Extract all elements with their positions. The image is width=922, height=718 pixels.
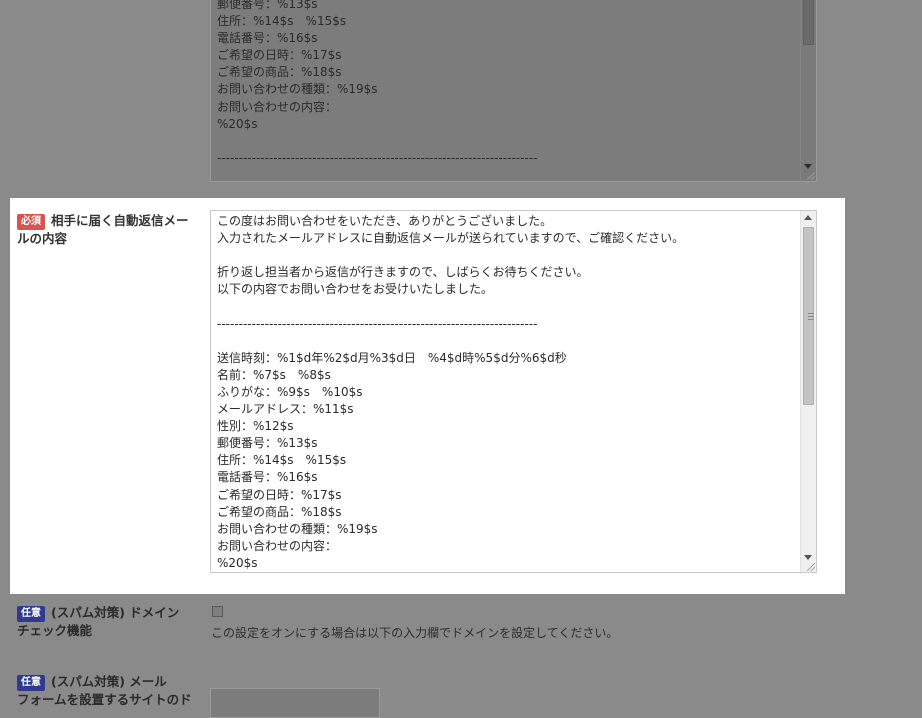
auto-reply-textarea-scrollbar[interactable]: [800, 211, 816, 572]
domain-check-help-text: この設定をオンにする場合は以下の入力欄でドメインを設定してください。: [211, 626, 619, 640]
textarea-line: お問い合わせの内容：: [217, 538, 338, 553]
previous-mail-body-textarea[interactable]: 郵便番号：%13$s 住所：%14$s %15$s 電話番号：%16$s ご希望の日時…: [210, 0, 817, 182]
textarea-line: 性別：%12$s: [217, 419, 294, 434]
scroll-up-arrow-icon[interactable]: [804, 215, 812, 220]
auto-reply-field-row: 必須 相手に届く自動返信メー ルの内容 この度はお問い合わせをいただき、ありがとう…: [10, 198, 845, 594]
textarea-line: ----------------------------------------…: [217, 316, 538, 331]
textarea-line: 郵便番号：%13$s: [217, 0, 318, 11]
textarea-line: お問い合わせの内容：: [217, 99, 338, 114]
textarea-line: [217, 133, 796, 150]
textarea-line: ふりがな：%9$s %10$s: [217, 384, 363, 399]
textarea-line: [217, 298, 796, 315]
resize-grip-icon[interactable]: [807, 172, 815, 180]
textarea-line: ご希望の商品：%18$s: [217, 65, 342, 80]
textarea-line: [217, 333, 796, 350]
scrollbar-thumb[interactable]: [803, 0, 814, 45]
scroll-down-arrow-icon[interactable]: [804, 555, 812, 560]
domain-check-label-line2: チェック機能: [17, 623, 93, 638]
auto-reply-label-line1: 相手に届く自動返信メー: [51, 213, 189, 228]
scrollbar-grip-icon: [808, 313, 814, 322]
textarea-line: お問い合わせの種類：%19$s: [217, 521, 378, 536]
textarea-line: ----------------------------------------…: [217, 150, 538, 165]
textarea-line: %20$s: [217, 116, 258, 131]
scrollbar-thumb[interactable]: [803, 227, 814, 405]
previous-textarea-scrollbar[interactable]: [800, 0, 816, 181]
textarea-line: メールアドレス：%11$s: [217, 402, 354, 417]
auto-reply-label: 必須 相手に届く自動返信メー ルの内容: [17, 212, 197, 248]
textarea-line: ご希望の商品：%18$s: [217, 504, 342, 519]
textarea-line: 住所：%14$s %15$s: [217, 453, 347, 468]
textarea-line: お問い合わせの種類：%19$s: [217, 82, 378, 97]
domain-check-label-line1: (スパム対策) ドメイン: [51, 605, 180, 620]
optional-badge: 任意: [17, 606, 45, 622]
required-badge: 必須: [17, 214, 45, 230]
textarea-line: 電話番号：%16$s: [217, 470, 318, 485]
textarea-line: 以下の内容でお問い合わせをお受けいたしました。: [217, 282, 494, 297]
textarea-line: ご希望の日時：%17$s: [217, 48, 342, 63]
domain-check-checkbox[interactable]: [212, 606, 223, 617]
textarea-line: ご希望の日時：%17$s: [217, 487, 342, 502]
mail-site-domain-input[interactable]: [210, 688, 380, 718]
resize-grip-icon[interactable]: [807, 563, 815, 571]
mail-site-domain-label: 任意 (スパム対策) メール フォームを設置するサイトのド: [17, 673, 202, 709]
textarea-line: %20$s: [217, 555, 258, 570]
textarea-line: 名前：%7$s %8$s: [217, 367, 331, 382]
textarea-line: 入力されたメールアドレスに自動返信メールが送られていますので、ご確認ください。: [217, 231, 685, 246]
textarea-line: 電話番号：%16$s: [217, 31, 318, 46]
domain-check-label: 任意 (スパム対策) ドメイン チェック機能: [17, 604, 202, 640]
scroll-down-arrow-icon[interactable]: [804, 164, 812, 169]
optional-badge: 任意: [17, 675, 45, 691]
textarea-line: この度はお問い合わせをいただき、ありがとうございました。: [217, 214, 553, 228]
textarea-line: 住所：%14$s %15$s: [217, 14, 347, 29]
mail-site-label-line1: (スパム対策) メール: [51, 674, 167, 689]
auto-reply-label-line2: ルの内容: [17, 231, 68, 246]
auto-reply-body-textarea[interactable]: この度はお問い合わせをいただき、ありがとうございました。入力されたメールアドレス…: [210, 210, 817, 573]
textarea-line: 郵便番号：%13$s: [217, 436, 318, 451]
textarea-line: [217, 247, 796, 264]
textarea-line: 送信時刻：%1$d年%2$d月%3$d日 %4$d時%5$d分%6$d秒: [217, 350, 567, 365]
textarea-line: 折り返し担当者から返信が行きますので、しばらくお待ちください。: [217, 265, 589, 280]
